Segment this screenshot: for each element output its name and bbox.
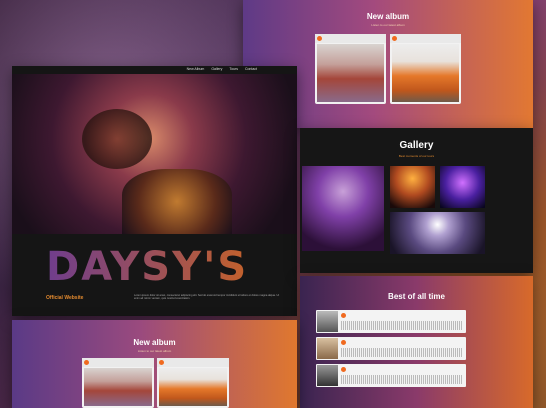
new-album-title: New album bbox=[366, 12, 410, 21]
album-art bbox=[392, 44, 459, 102]
waveform[interactable] bbox=[341, 321, 462, 330]
nav-link-tours[interactable]: Tours bbox=[229, 67, 238, 71]
gallery-photo[interactable] bbox=[390, 212, 485, 254]
album-art bbox=[317, 44, 384, 102]
official-website-label: Official Website bbox=[46, 295, 84, 301]
top-nav: New Album Gallery Tours Contact bbox=[181, 67, 257, 71]
nav-link-new-album[interactable]: New Album bbox=[187, 67, 205, 71]
track-thumbnail bbox=[317, 365, 338, 386]
hero-image-detail bbox=[82, 109, 152, 169]
waveform[interactable] bbox=[341, 348, 462, 357]
gallery-photo[interactable] bbox=[440, 166, 485, 208]
brand-title: DAYSY'S bbox=[46, 244, 249, 290]
play-icon[interactable] bbox=[341, 367, 346, 372]
waveform[interactable] bbox=[341, 375, 462, 384]
new-album-section-bottom: New album Listen to our latest album bbox=[12, 320, 297, 408]
hero-image-detail bbox=[122, 169, 232, 234]
play-icon[interactable] bbox=[341, 340, 346, 345]
play-icon[interactable] bbox=[84, 360, 89, 365]
gallery-section: Gallery Best moments of our tours bbox=[300, 128, 533, 273]
track-thumbnail bbox=[317, 338, 338, 359]
gallery-subtitle: Best moments of our tours bbox=[398, 154, 435, 158]
album-art bbox=[159, 368, 227, 406]
nav-link-gallery[interactable]: Gallery bbox=[211, 67, 222, 71]
album-player-1[interactable] bbox=[315, 34, 386, 104]
gallery-photo[interactable] bbox=[390, 166, 435, 208]
gallery-title: Gallery bbox=[399, 140, 434, 151]
album-player-1[interactable] bbox=[82, 358, 154, 408]
new-album-title: New album bbox=[133, 338, 176, 347]
best-of-all-time-section: Best of all time bbox=[300, 276, 533, 408]
play-icon[interactable] bbox=[159, 360, 164, 365]
new-album-subtitle: Listen to our latest album bbox=[371, 23, 405, 27]
player-bar bbox=[157, 358, 229, 367]
play-icon[interactable] bbox=[392, 36, 397, 41]
play-icon[interactable] bbox=[341, 313, 346, 318]
hero-image bbox=[12, 74, 297, 234]
track-player[interactable] bbox=[316, 364, 466, 387]
track-thumbnail bbox=[317, 311, 338, 332]
new-album-subtitle: Listen to our latest album bbox=[137, 349, 172, 353]
nav-link-contact[interactable]: Contact bbox=[245, 67, 257, 71]
player-bar bbox=[82, 358, 154, 367]
track-player[interactable] bbox=[316, 310, 466, 333]
track-player[interactable] bbox=[316, 337, 466, 360]
hero-blurb: Lorem ipsum dolor sit amet, consectetur … bbox=[134, 294, 280, 301]
album-player-2[interactable] bbox=[157, 358, 229, 408]
player-bar bbox=[315, 34, 386, 43]
hero-card: New Album Gallery Tours Contact DAYSY'S … bbox=[12, 66, 297, 316]
play-icon[interactable] bbox=[317, 36, 322, 41]
best-title: Best of all time bbox=[388, 292, 445, 301]
player-bar bbox=[390, 34, 461, 43]
album-art bbox=[84, 368, 152, 406]
album-player-2[interactable] bbox=[390, 34, 461, 104]
gallery-photo[interactable] bbox=[302, 166, 384, 251]
